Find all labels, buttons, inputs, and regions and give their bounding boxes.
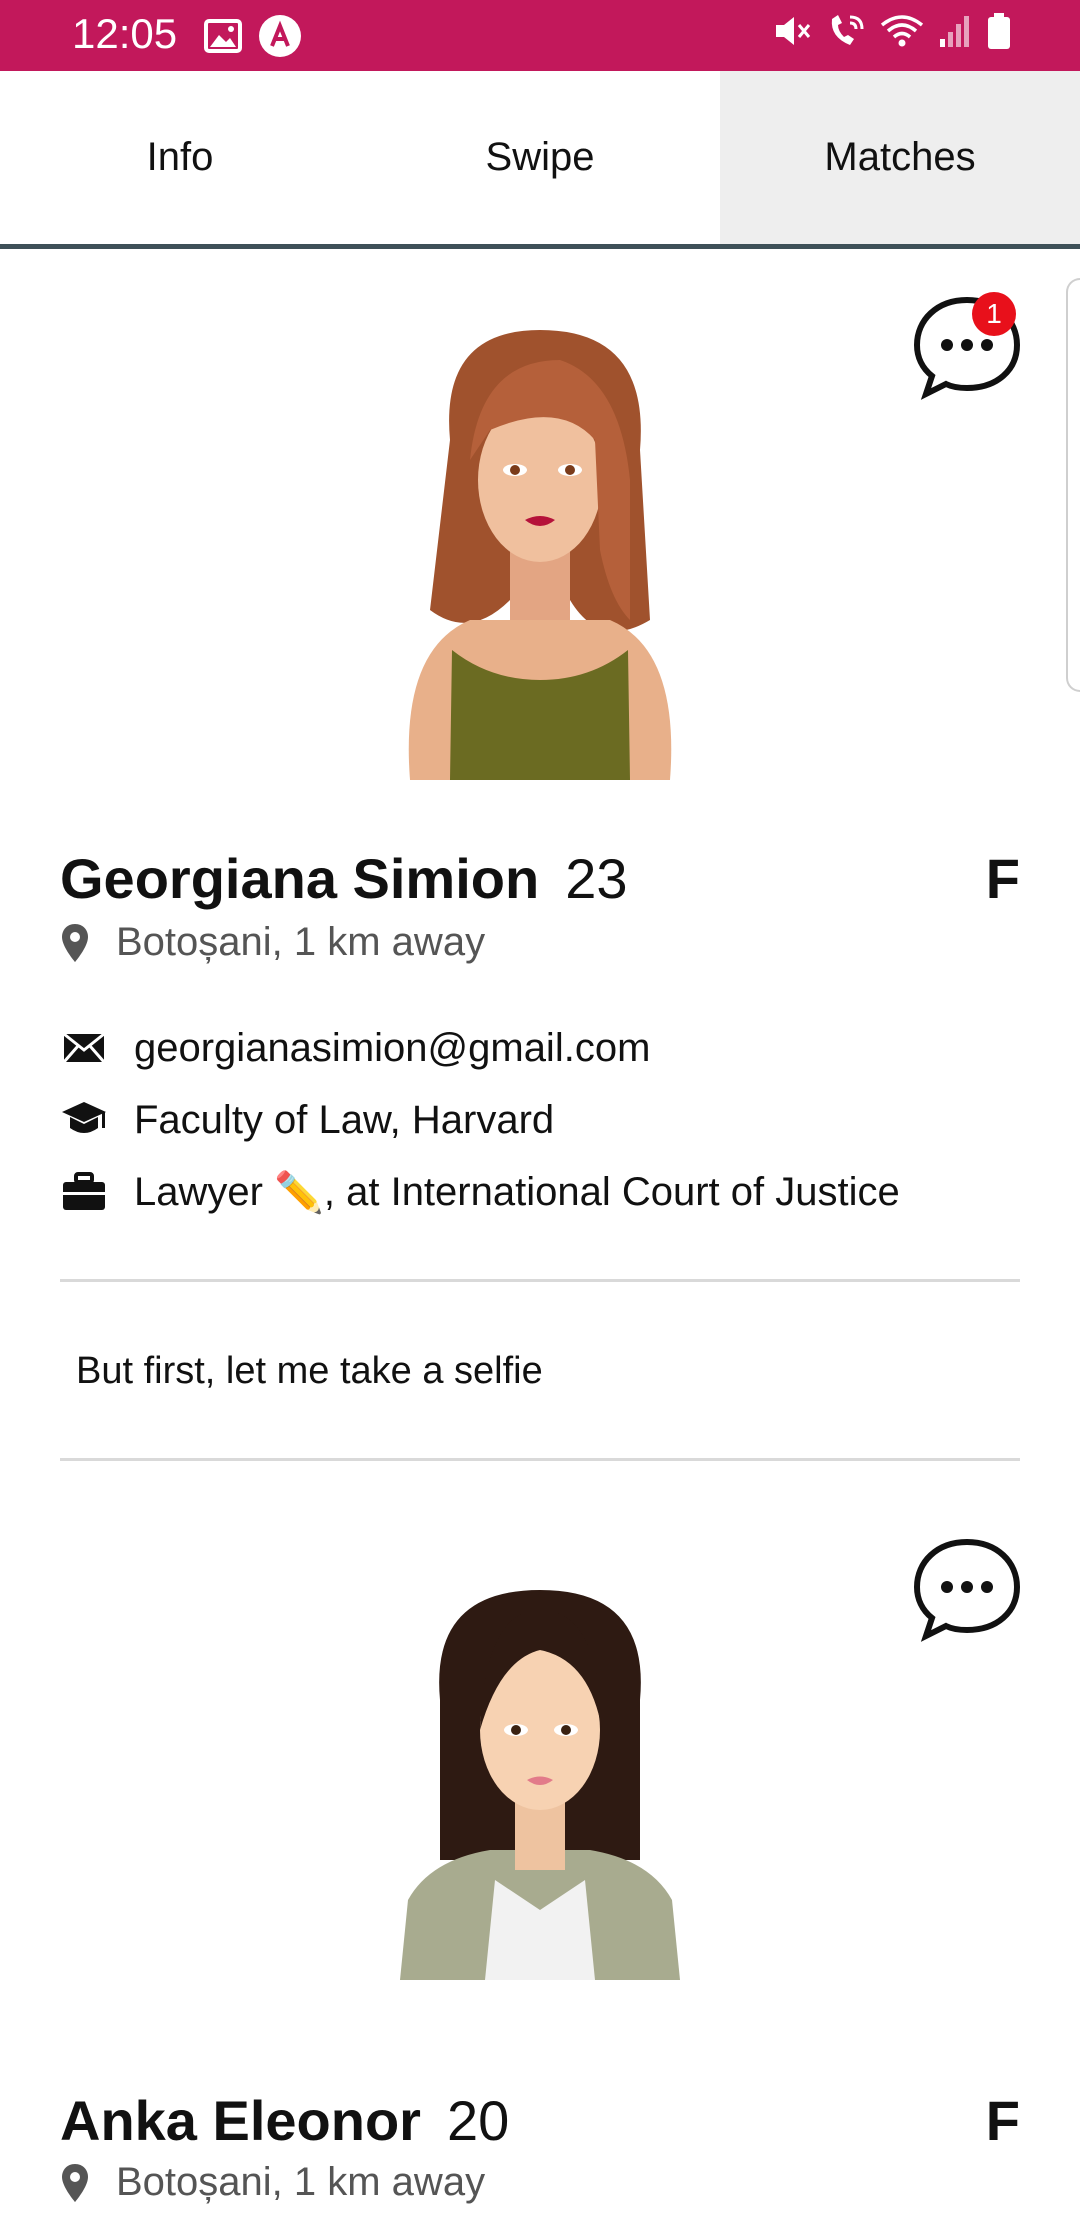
education-line: Faculty of Law, Harvard: [60, 1096, 554, 1144]
mute-icon: [776, 17, 811, 45]
signal-icon: [940, 16, 969, 47]
job-suffix: , at International Court of Justice: [323, 1169, 900, 1214]
status-time: 12:05: [72, 10, 178, 57]
job-line: Lawyer ✏️ , at International Court of Ju…: [60, 1168, 900, 1216]
match-avatar[interactable]: [390, 1580, 690, 1980]
briefcase-icon: [63, 1172, 105, 1210]
unread-badge: 1: [972, 292, 1016, 336]
match-location: Botoșani, 1 km away: [60, 2160, 485, 2205]
divider: [60, 1458, 1020, 1461]
email-line: georgianasimion@gmail.com: [60, 1024, 650, 1072]
match-gender: F: [985, 847, 1020, 910]
match-age: 23: [565, 847, 628, 910]
match-name: Georgiana Simion: [60, 847, 540, 910]
match-location: Botoșani, 1 km away: [60, 920, 485, 965]
envelope-icon: [62, 1032, 106, 1063]
match-name: Anka Eleonor: [60, 2089, 421, 2152]
chat-bubble-icon: [913, 1538, 1021, 1642]
tab-swipe[interactable]: Swipe: [360, 71, 720, 244]
name-row: Georgiana Simion 23: [60, 846, 628, 911]
job-prefix: Lawyer: [134, 1169, 275, 1214]
match-bio: But first, let me take a selfie: [76, 1350, 543, 1392]
education-text: Faculty of Law, Harvard: [134, 1097, 555, 1142]
image-icon: [204, 19, 242, 53]
match-age: 20: [446, 2089, 510, 2152]
chat-button[interactable]: [912, 1532, 1022, 1642]
status-left-icons: [204, 14, 302, 58]
match-gender: F: [985, 2089, 1020, 2152]
graduation-cap-icon: [62, 1102, 106, 1133]
app-a-icon: [259, 15, 301, 57]
location-pin-icon: [62, 2163, 88, 2202]
edge-panel-handle[interactable]: [1066, 278, 1080, 692]
wifi-call-icon: [831, 15, 864, 45]
location-text: Botoșani, 1 km away: [116, 2160, 486, 2204]
tab-matches[interactable]: Matches: [720, 71, 1080, 244]
status-right-icons: [772, 12, 1012, 50]
chat-button[interactable]: 1: [912, 290, 1022, 400]
location-pin-icon: [62, 923, 88, 962]
divider: [60, 1279, 1020, 1282]
wifi-icon: [880, 15, 924, 47]
name-row: Anka Eleonor 20: [60, 2088, 509, 2153]
tab-bar: Info Swipe Matches: [0, 71, 1080, 249]
email-text: georgianasimion@gmail.com: [134, 1025, 651, 1070]
battery-icon: [988, 13, 1010, 49]
tab-info[interactable]: Info: [0, 71, 360, 244]
location-text: Botoșani, 1 km away: [116, 920, 486, 964]
pencil-emoji: ✏️: [274, 1170, 324, 1215]
match-avatar[interactable]: [330, 320, 750, 780]
status-bar: 12:05: [0, 0, 1080, 71]
